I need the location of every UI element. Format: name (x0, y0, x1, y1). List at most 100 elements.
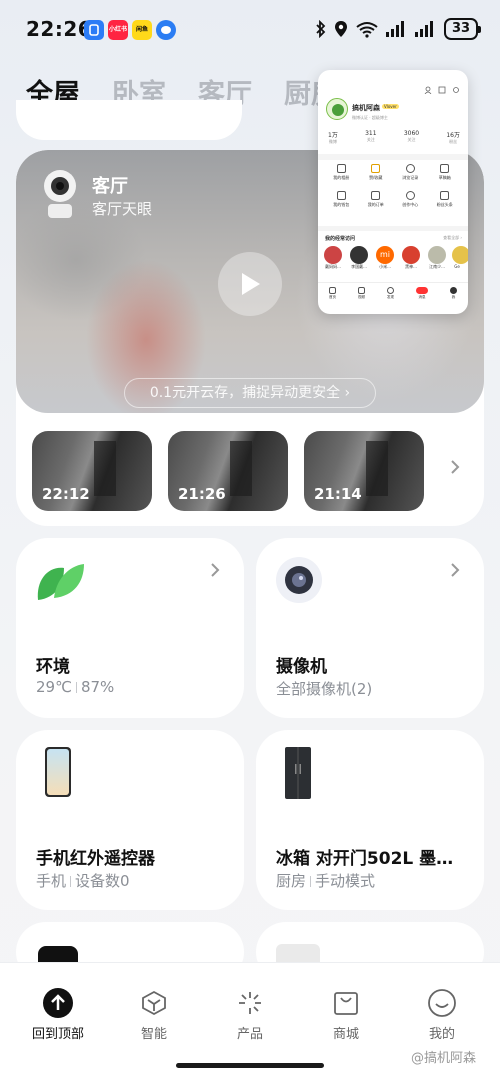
recent-item[interactable]: 黑神... (400, 246, 422, 270)
popup-tab[interactable]: 发现 (387, 287, 394, 314)
watermark: @搞机阿森 (410, 1051, 476, 1066)
clip-time: 21:26 (178, 485, 226, 503)
recent-item[interactable]: 戴妈妈... (322, 246, 344, 270)
device-name: 环境 (36, 657, 70, 677)
popup-tab[interactable]: 消息 (416, 287, 428, 314)
message-bubble-icon (156, 20, 176, 40)
bluetooth-icon (316, 20, 326, 38)
device-card-fridge[interactable]: 冰箱 对开门502L 墨… 厨房 手动模式 (256, 730, 484, 910)
popup-menu-item[interactable]: 我的订单 (359, 191, 394, 208)
cube-icon (138, 987, 170, 1019)
recent-item[interactable]: Ge (452, 246, 468, 270)
recent-more-link[interactable]: 查看全部 › (443, 235, 462, 241)
partial-card (16, 100, 242, 140)
location-icon (335, 21, 347, 37)
stat-item: 1万 微博 (328, 132, 338, 144)
popup-menu-item[interactable]: 草稿箱 (428, 164, 463, 181)
chevron-right-icon[interactable] (450, 459, 460, 475)
camera-device-icon (44, 170, 76, 218)
xiaohongshu-icon: 小红书 (108, 20, 128, 40)
signal-icon (386, 21, 404, 37)
recent-item[interactable]: 李国戴... (348, 246, 370, 270)
nav-label: 产品 (236, 1027, 263, 1042)
play-icon (242, 273, 260, 295)
popup-menu-item[interactable]: 我的相册 (324, 164, 359, 181)
gear-icon (453, 87, 459, 93)
battery-indicator: 33 (444, 18, 481, 40)
camera-device-name: 客厅天眼 (92, 200, 153, 218)
smile-icon (426, 987, 458, 1019)
nav-label: 我的 (428, 1027, 455, 1042)
play-button[interactable] (218, 252, 282, 316)
popup-stats: 1万 微博 311 关注 3060 关注 16万 粉丝 (328, 130, 460, 145)
wifi-icon (356, 22, 378, 38)
device-status: 全部摄像机(2) (276, 680, 373, 698)
recent-title: 我的经常访问 (325, 236, 356, 242)
chevron-right-icon (211, 563, 220, 577)
nav-products[interactable]: 产品 (210, 987, 290, 1042)
popup-top-icons (424, 86, 460, 94)
status-bar: 22:26 小红书 闲鱼 33 (0, 0, 500, 60)
device-name: 冰箱 对开门502L 墨… (276, 849, 454, 869)
cloud-storage-tip[interactable]: 0.1元开云存，捕捉异动更安全 › (124, 378, 376, 408)
status-time: 22:26 (26, 17, 93, 41)
device-card-environment[interactable]: 环境 29℃ 87% (16, 538, 244, 718)
nav-label: 商城 (332, 1027, 359, 1042)
signal-icon-2 (415, 21, 433, 37)
popup-menu-grid: 我的相册 赞/收藏 浏览记录 草稿箱 我的钱包 我的订单 创作中心 粉丝头条 (324, 164, 462, 208)
device-card-ir-remote[interactable]: 手机红外遥控器 手机 设备数0 (16, 730, 244, 910)
user-icon (424, 86, 432, 94)
recent-item[interactable]: mi 小米... (374, 246, 396, 270)
arrow-up-icon (42, 987, 74, 1019)
clip-thumbnail[interactable]: 21:26 (168, 431, 288, 511)
home-indicator[interactable] (176, 1063, 324, 1068)
phone-icon (45, 747, 71, 797)
bag-icon (330, 987, 362, 1019)
device-name: 手机红外遥控器 (36, 849, 155, 869)
device-name: 摄像机 (276, 657, 327, 677)
app-notification-icon (84, 20, 104, 40)
chevron-right-icon (451, 563, 460, 577)
popup-subtitle: 微博认证 · 超级博主 (352, 115, 388, 120)
nav-back-to-top[interactable]: 回到顶部 (18, 987, 98, 1042)
device-card-camera[interactable]: 摄像机 全部摄像机(2) (256, 538, 484, 718)
camera-room: 客厅 (92, 176, 128, 197)
nav-smart[interactable]: 智能 (114, 987, 194, 1042)
clip-time: 22:12 (42, 485, 90, 503)
stat-item: 311 关注 (365, 130, 377, 142)
popup-menu-item[interactable]: 我的钱包 (324, 191, 359, 208)
popup-menu-item[interactable]: 创作中心 (393, 191, 428, 208)
avatar (326, 98, 348, 120)
device-status: 手机 设备数0 (36, 872, 130, 890)
recent-list: 戴妈妈... 李国戴... mi 小米... 黑神... 江南少... Ge (322, 246, 468, 270)
sparkle-icon (234, 987, 266, 1019)
scan-icon (438, 86, 446, 94)
popup-menu-item[interactable]: 浏览记录 (393, 164, 428, 181)
clip-list: 22:12 21:26 21:14 (32, 431, 424, 511)
popup-tabbar: 首页 视频 发现 消息 我 (318, 282, 468, 314)
camera-icon (276, 557, 322, 603)
device-status: 29℃ 87% (36, 678, 115, 696)
nav-label: 回到顶部 (31, 1027, 84, 1042)
clip-thumbnail[interactable]: 22:12 (32, 431, 152, 511)
popup-menu-item[interactable]: 赞/收藏 (359, 164, 394, 181)
popup-tab[interactable]: 视频 (358, 287, 365, 314)
nav-mall[interactable]: 商城 (306, 987, 386, 1042)
floating-window-preview[interactable]: 搞机阿森 Vlover 微博认证 · 超级博主 1万 微博 311 关注 3060 关… (318, 70, 468, 314)
stat-item: 16万 粉丝 (446, 132, 460, 144)
nav-profile[interactable]: 我的 (402, 987, 482, 1042)
level-badge: Vlover (382, 104, 399, 109)
clip-time: 21:14 (314, 485, 362, 503)
popup-username: 搞机阿森 (352, 104, 380, 112)
nav-label: 智能 (140, 1027, 167, 1042)
device-status: 厨房 手动模式 (276, 872, 376, 890)
recent-item[interactable]: 江南少... (426, 246, 448, 270)
xianyu-icon: 闲鱼 (132, 20, 152, 40)
popup-menu-item[interactable]: 粉丝头条 (428, 191, 463, 208)
stat-item: 3060 关注 (403, 130, 420, 142)
fridge-icon (285, 747, 311, 799)
leaf-icon (37, 564, 84, 600)
popup-tab[interactable]: 我 (450, 287, 457, 314)
popup-tab[interactable]: 首页 (329, 287, 336, 314)
clip-thumbnail[interactable]: 21:14 (304, 431, 424, 511)
